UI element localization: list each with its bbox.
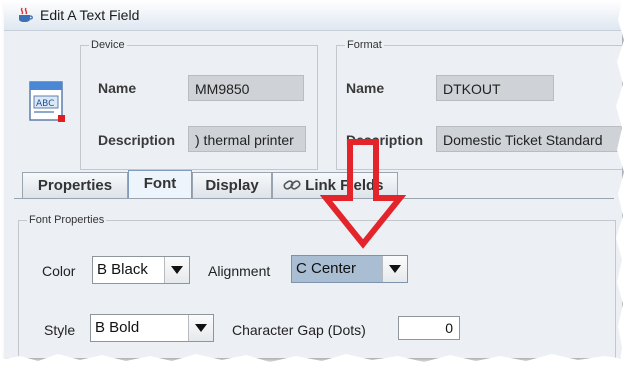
alignment-dropdown-button[interactable] xyxy=(382,256,407,282)
device-name-field: MM9850 xyxy=(188,75,304,101)
color-label: Color xyxy=(42,263,76,279)
torn-edge-right xyxy=(616,0,632,376)
triangle-down-icon xyxy=(171,266,183,274)
tab-font[interactable]: Font xyxy=(128,170,192,198)
triangle-down-icon xyxy=(389,265,401,273)
device-description-field: ) thermal printer xyxy=(188,126,306,152)
window-title: Edit A Text Field xyxy=(40,7,140,23)
edit-text-field-window: Edit A Text Field ABC Device Name MM9850… xyxy=(4,0,623,358)
format-name-label: Name xyxy=(346,80,385,96)
chain-link-icon xyxy=(283,180,301,190)
font-properties-label: Font Properties xyxy=(27,213,107,227)
format-group-label: Format xyxy=(345,38,384,52)
title-bar: Edit A Text Field xyxy=(4,0,622,31)
red-down-arrow-icon xyxy=(320,139,407,249)
tab-display[interactable]: Display xyxy=(192,172,272,198)
text-field-document-icon: ABC xyxy=(29,81,65,122)
torn-edge-bottom xyxy=(0,354,632,376)
alignment-select-value: C Center xyxy=(296,260,357,277)
device-description-label: Description xyxy=(98,132,176,148)
format-description-field: Domestic Ticket Standard xyxy=(436,126,622,152)
device-name-label: Name xyxy=(98,80,137,96)
alignment-select[interactable]: C Center xyxy=(291,255,408,283)
device-group-label: Device xyxy=(89,38,127,52)
color-select-value: B Black xyxy=(97,261,148,278)
color-dropdown-button[interactable] xyxy=(164,257,189,283)
format-name-field: DTKOUT xyxy=(436,75,554,101)
tab-border xyxy=(14,198,614,199)
java-cup-icon xyxy=(19,7,33,22)
tab-properties[interactable]: Properties xyxy=(22,172,128,198)
color-select[interactable]: B Black xyxy=(92,256,190,284)
alignment-label: Alignment xyxy=(208,263,271,279)
svg-text:ABC: ABC xyxy=(36,99,54,109)
